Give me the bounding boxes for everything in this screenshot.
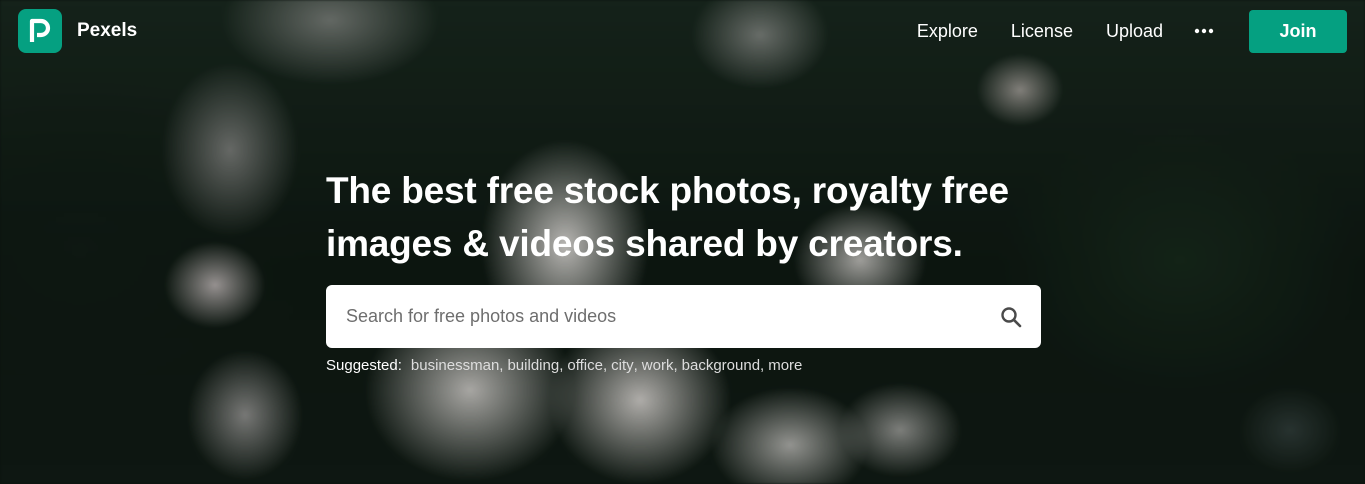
- top-navbar: Pexels Explore License Upload Join: [0, 0, 1365, 62]
- nav-link-upload[interactable]: Upload: [1106, 21, 1163, 42]
- suggestion-building[interactable]: building: [507, 357, 559, 374]
- brand-name: Pexels: [77, 20, 138, 41]
- suggestion-separator: ,: [499, 357, 504, 374]
- suggestion-background[interactable]: background: [682, 357, 760, 374]
- suggested-label: Suggested:: [326, 357, 402, 374]
- nav-link-explore[interactable]: Explore: [917, 21, 978, 42]
- suggestion-separator: ,: [633, 357, 638, 374]
- suggestion-separator: ,: [559, 357, 564, 374]
- nav-link-license[interactable]: License: [1011, 21, 1073, 42]
- suggestion-separator: ,: [760, 357, 765, 374]
- hero-headline-line-2: images & videos shared by creators.: [326, 223, 963, 264]
- search-icon[interactable]: [999, 305, 1023, 329]
- hero-content: The best free stock photos, royalty free…: [326, 164, 1041, 374]
- suggestion-separator: ,: [673, 357, 678, 374]
- suggestion-businessman[interactable]: businessman: [411, 357, 499, 374]
- suggestion-office[interactable]: office: [567, 357, 603, 374]
- nav-links: Explore License Upload Join: [917, 9, 1347, 53]
- suggestion-city[interactable]: city: [611, 357, 634, 374]
- suggestion-more[interactable]: more: [768, 357, 802, 374]
- join-button[interactable]: Join: [1249, 9, 1347, 53]
- search-input[interactable]: [344, 284, 999, 349]
- brand-home-link[interactable]: Pexels: [18, 9, 137, 53]
- hero-section: Pexels Explore License Upload Join The b…: [0, 0, 1365, 484]
- suggested-searches: Suggested: businessman, building, office…: [326, 357, 1041, 374]
- suggestion-separator: ,: [602, 357, 608, 374]
- pexels-logo-icon: [18, 9, 62, 53]
- more-dots-icon[interactable]: [1193, 20, 1215, 42]
- hero-headline: The best free stock photos, royalty free…: [326, 164, 1041, 270]
- hero-headline-line-1: The best free stock photos, royalty free: [326, 170, 1009, 211]
- suggestion-work[interactable]: work: [642, 357, 674, 374]
- search-bar: [326, 284, 1041, 349]
